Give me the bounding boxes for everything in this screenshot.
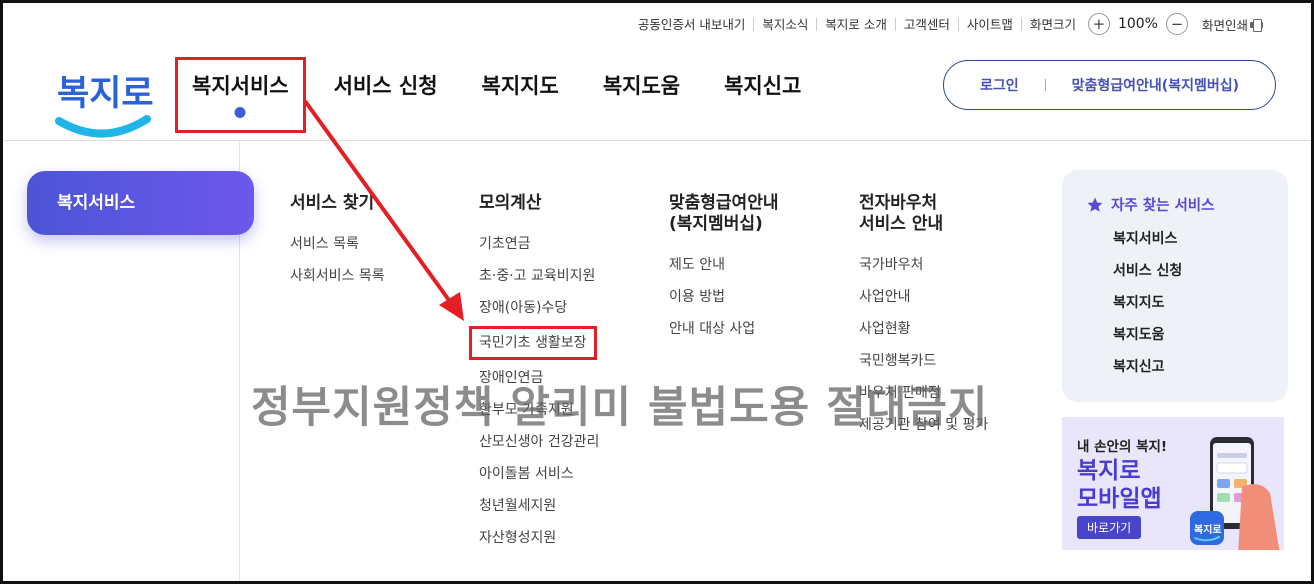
utility-customer-center[interactable]: 고객센터 <box>896 17 959 31</box>
mobile-app-banner[interactable]: 내 손안의 복지! 복지로 모바일앱 바로가기 복지로 <box>1062 417 1284 550</box>
utility-sitemap[interactable]: 사이트맵 <box>959 17 1022 31</box>
menu-column-mock-calc: 모의계산 기초연금 초·중·고 교육비지원 장애(아동)수당 국민기초 생활보장… <box>469 193 599 554</box>
menu-item-education-support[interactable]: 초·중·고 교육비지원 <box>479 260 599 292</box>
favorite-services-box: 자주 찾는 서비스 복지서비스 서비스 신청 복지지도 복지도움 복지신고 <box>1062 170 1288 402</box>
menu-item-program-info[interactable]: 사업안내 <box>859 281 988 313</box>
menu-item-disabled-child-allowance[interactable]: 장애(아동)수당 <box>479 292 599 324</box>
menu-item-maternal-newborn-care[interactable]: 산모신생아 건강관리 <box>479 426 599 458</box>
phone-illustration: 복지로 <box>1190 437 1280 550</box>
zoom-control: + 100% − <box>1087 13 1188 35</box>
menu-item-youth-rent-support[interactable]: 청년월세지원 <box>479 490 599 522</box>
menu-item-child-care-service[interactable]: 아이돌봄 서비스 <box>479 458 599 490</box>
print-label: 화면인쇄 <box>1201 17 1248 33</box>
login-button[interactable]: 로그인 <box>954 75 1045 95</box>
menu-item-how-to-use[interactable]: 이용 방법 <box>669 281 778 313</box>
banner-tagline: 내 손안의 복지! <box>1077 439 1168 455</box>
zoom-in-button[interactable]: + <box>1087 13 1110 35</box>
side-menu-welfare-service[interactable]: 복지서비스 <box>27 171 254 235</box>
utility-screen-size-label: 화면크기 <box>1029 16 1076 32</box>
print-button[interactable]: 화면인쇄 <box>1202 15 1263 34</box>
main-nav: 복지서비스 서비스 신청 복지지도 복지도움 복지신고 <box>175 57 823 133</box>
menu-item-single-parent-support[interactable]: 한부모 가족지원 <box>479 394 599 426</box>
active-dot-indicator <box>234 107 246 118</box>
membership-button[interactable]: 맞춤형급여안내(복지멤버십) <box>1046 75 1265 95</box>
menu-item-program-status[interactable]: 사업현황 <box>859 313 988 345</box>
menu-item-service-list[interactable]: 서비스 목록 <box>290 228 385 260</box>
header-divider <box>3 140 1311 141</box>
menu-item-basic-livelihood[interactable]: 국민기초 생활보장 <box>469 326 597 360</box>
menu-item-asset-building[interactable]: 자산형성지원 <box>479 522 599 554</box>
favorite-title-text: 자주 찾는 서비스 <box>1111 198 1215 214</box>
utility-welfare-news[interactable]: 복지소식 <box>754 17 818 31</box>
utility-bar: 공동인증서 내보내기 복지소식 복지로 소개 고객센터 사이트맵 화면크기 + … <box>630 13 1263 35</box>
zoom-level: 100% <box>1117 16 1158 32</box>
utility-cert-export[interactable]: 공동인증서 내보내기 <box>630 17 755 31</box>
nav-item-welfare-map[interactable]: 복지지도 <box>460 57 581 133</box>
banner-title: 복지로 모바일앱 <box>1077 458 1162 512</box>
nav-item-welfare-help[interactable]: 복지도움 <box>581 57 702 133</box>
favorite-item-service-apply[interactable]: 서비스 신청 <box>1086 255 1288 287</box>
menu-item-voucher-store[interactable]: 바우처 판매점 <box>859 377 988 409</box>
menu-item-target-programs[interactable]: 안내 대상 사업 <box>669 313 778 345</box>
printer-icon <box>1250 18 1263 32</box>
menu-item-social-service-list[interactable]: 사회서비스 목록 <box>290 260 385 292</box>
menu-item-happiness-card[interactable]: 국민행복카드 <box>859 345 988 377</box>
favorite-item-welfare-service[interactable]: 복지서비스 <box>1086 223 1288 255</box>
login-box: 로그인 맞춤형급여안내(복지멤버십) <box>943 60 1276 110</box>
favorite-item-welfare-map[interactable]: 복지지도 <box>1086 287 1288 319</box>
menu-column-e-voucher: 전자바우처 서비스 안내 국가바우처 사업안내 사업현황 국민행복카드 바우처 … <box>859 193 988 441</box>
logo-mark: 복지로 <box>55 74 154 138</box>
menu-column-title[interactable]: 서비스 찾기 <box>290 193 385 214</box>
star-icon <box>1087 197 1103 212</box>
menu-column-membership: 맞춤형급여안내 (복지멤버십) 제도 안내 이용 방법 안내 대상 사업 <box>669 193 778 345</box>
utility-about[interactable]: 복지로 소개 <box>817 17 896 31</box>
menu-column-title[interactable]: 전자바우처 서비스 안내 <box>859 193 988 235</box>
menu-column-service-search: 서비스 찾기 서비스 목록 사회서비스 목록 <box>290 193 385 292</box>
zoom-out-button[interactable]: − <box>1165 13 1188 35</box>
menu-item-national-voucher[interactable]: 국가바우처 <box>859 249 988 281</box>
menu-column-title[interactable]: 맞춤형급여안내 (복지멤버십) <box>669 193 778 235</box>
favorite-item-welfare-help[interactable]: 복지도움 <box>1086 319 1288 351</box>
menu-column-title[interactable]: 모의계산 <box>479 193 599 214</box>
logo-text: 복지로 <box>57 74 153 114</box>
menu-item-basic-pension[interactable]: 기초연금 <box>479 228 599 260</box>
nav-item-label: 복지서비스 <box>192 74 289 98</box>
menu-item-system-guide[interactable]: 제도 안내 <box>669 249 778 281</box>
banner-go-button[interactable]: 바로가기 <box>1077 516 1142 539</box>
app-icon-text: 복지로 <box>1194 523 1222 536</box>
nav-item-service-apply[interactable]: 서비스 신청 <box>312 57 460 133</box>
favorite-services-title: 자주 찾는 서비스 <box>1086 194 1288 215</box>
menu-item-disability-pension[interactable]: 장애인연금 <box>479 362 599 394</box>
logo[interactable]: 복지로 <box>53 55 154 141</box>
nav-item-welfare-report[interactable]: 복지신고 <box>702 57 823 133</box>
nav-item-welfare-service[interactable]: 복지서비스 <box>175 57 306 133</box>
browser-viewport: 공동인증서 내보내기 복지소식 복지로 소개 고객센터 사이트맵 화면크기 + … <box>0 0 1314 584</box>
menu-item-provider-evaluation[interactable]: 제공기관 참여 및 평가 <box>859 409 988 441</box>
favorite-item-welfare-report[interactable]: 복지신고 <box>1086 351 1288 383</box>
